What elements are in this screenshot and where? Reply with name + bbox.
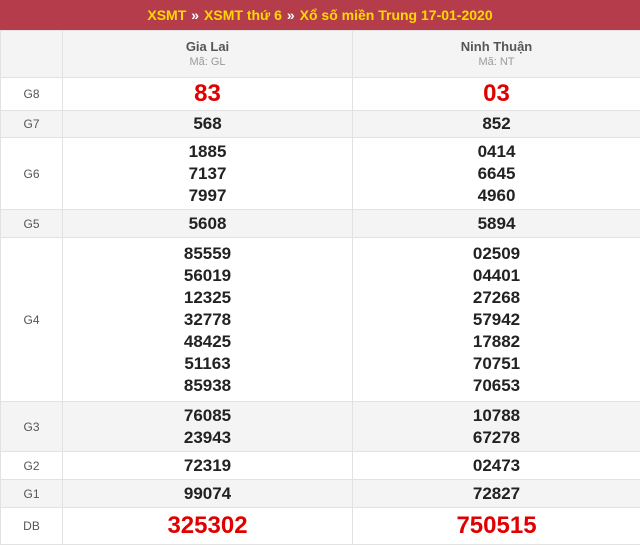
prize-number: 72827	[472, 483, 521, 503]
prize-label: G7	[0, 110, 63, 138]
prize-number: 6645	[477, 163, 516, 183]
prize-number: 85559	[183, 243, 232, 263]
breadcrumb-separator: »	[286, 7, 295, 23]
prize-cell: 85559 56019 12325 32778 48425 51163 85938	[62, 237, 353, 402]
prize-cell: 02473	[352, 451, 640, 480]
prize-number: 57942	[472, 309, 521, 329]
prize-number: 99074	[183, 483, 232, 503]
prize-cell: 10788 67278	[352, 401, 640, 452]
prize-row-db: DB 325302 750515	[0, 507, 640, 545]
province-name[interactable]: Ninh Thuận	[353, 39, 640, 55]
prize-number: 48425	[183, 331, 232, 351]
prize-number: 12325	[183, 287, 232, 307]
breadcrumb-separator: »	[191, 7, 200, 23]
prize-number: 67278	[472, 427, 521, 447]
prize-label: G6	[0, 137, 63, 210]
prize-number: 83	[194, 80, 221, 107]
prize-number: 03	[483, 80, 510, 107]
prize-label: G5	[0, 209, 63, 238]
breadcrumb-link-title[interactable]: Xổ số miền Trung 17-01-2020	[300, 7, 493, 23]
prize-number: 02473	[472, 455, 521, 475]
prize-label: DB	[0, 507, 63, 545]
prize-row-g6: G6 1885 7137 7997 0414 6645 4960	[0, 137, 640, 210]
prize-label: G3	[0, 401, 63, 452]
prize-cell: 0414 6645 4960	[352, 137, 640, 210]
province-code: Mã: GL	[189, 56, 226, 68]
prize-row-g7: G7 568 852	[0, 110, 640, 138]
prize-cell: 03	[352, 77, 640, 111]
prize-cell: 750515	[352, 507, 640, 545]
prize-row-g2: G2 72319 02473	[0, 451, 640, 480]
prize-number: 10788	[472, 405, 521, 425]
breadcrumb: XSMT » XSMT thứ 6 » Xổ số miền Trung 17-…	[0, 0, 640, 30]
prize-row-g4: G4 85559 56019 12325 32778 48425 51163 85938 025…	[0, 237, 640, 402]
prize-label: G8	[0, 77, 63, 111]
prize-cell: 5608	[62, 209, 353, 238]
province-name[interactable]: Gia Lai	[63, 39, 352, 55]
prize-number: 7997	[188, 185, 227, 205]
prize-number: 51163	[184, 353, 231, 373]
prize-number: 5894	[477, 213, 516, 233]
breadcrumb-link-xsmt[interactable]: XSMT	[147, 7, 186, 23]
prize-number: 72319	[183, 455, 232, 475]
prize-number: 1885	[188, 141, 227, 161]
province-code: Mã: NT	[478, 56, 515, 68]
prize-number: 27268	[472, 287, 521, 307]
breadcrumb-link-day[interactable]: XSMT thứ 6	[204, 7, 282, 23]
prize-number: 5608	[188, 213, 227, 233]
prize-number: 04401	[472, 265, 521, 285]
prize-cell: 72319	[62, 451, 353, 480]
prize-number: 76085	[183, 405, 232, 425]
prize-number: 70751	[472, 353, 521, 373]
prize-number: 56019	[183, 265, 232, 285]
prize-cell: 76085 23943	[62, 401, 353, 452]
prize-cell: 83	[62, 77, 353, 111]
prize-cell: 99074	[62, 479, 353, 508]
prize-cell: 568	[62, 110, 353, 138]
prize-row-g3: G3 76085 23943 10788 67278	[0, 401, 640, 452]
province-ninh-thuan: Ninh Thuận Mã: NT	[352, 30, 640, 78]
prize-number: 4960	[477, 185, 516, 205]
province-gia-lai: Gia Lai Mã: GL	[62, 30, 353, 78]
prize-row-g8: G8 83 03	[0, 77, 640, 111]
prize-number: 852	[482, 114, 511, 133]
prize-label: G4	[0, 237, 63, 402]
corner-cell	[0, 30, 63, 78]
prize-number: 23943	[183, 427, 232, 447]
prize-number: 17882	[472, 331, 521, 351]
prize-number: 750515	[456, 512, 537, 539]
prize-number: 325302	[167, 512, 248, 539]
prize-cell: 02509 04401 27268 57942 17882 70751 70653	[352, 237, 640, 402]
prize-cell: 72827	[352, 479, 640, 508]
prize-number: 85938	[183, 375, 232, 395]
prize-number: 0414	[477, 141, 516, 161]
prize-cell: 1885 7137 7997	[62, 137, 353, 210]
results-table: Gia Lai Mã: GL Ninh Thuận Mã: NT G8 83 03 …	[0, 30, 640, 545]
prize-number: 7137	[188, 163, 227, 183]
prize-number: 70653	[472, 375, 521, 395]
prize-label: G2	[0, 451, 63, 480]
prize-number: 02509	[472, 243, 521, 263]
prize-cell: 5894	[352, 209, 640, 238]
prize-number: 568	[193, 114, 222, 133]
prize-cell: 325302	[62, 507, 353, 545]
prize-number: 32778	[183, 309, 232, 329]
prize-label: G1	[0, 479, 63, 508]
prize-row-g1: G1 99074 72827	[0, 479, 640, 508]
province-header-row: Gia Lai Mã: GL Ninh Thuận Mã: NT	[0, 30, 640, 78]
prize-row-g5: G5 5608 5894	[0, 209, 640, 238]
prize-cell: 852	[352, 110, 640, 138]
